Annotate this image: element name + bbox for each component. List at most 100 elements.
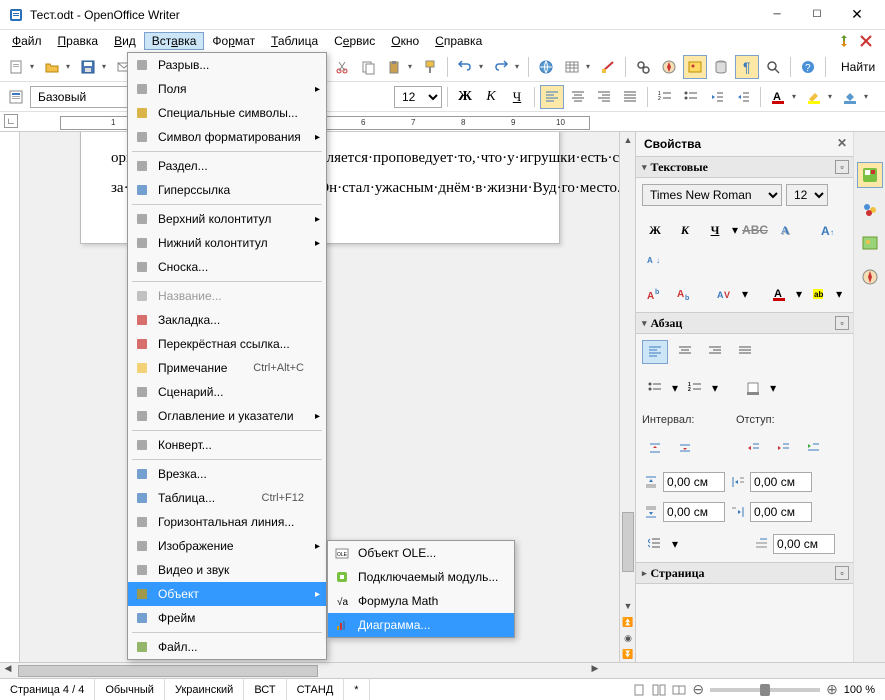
undo-button[interactable] [453,55,477,79]
section-more-icon[interactable]: ▫ [835,316,849,330]
nonprinting-button[interactable]: ¶ [735,55,759,79]
para-bgcolor[interactable] [740,376,766,400]
indent-inc2[interactable] [740,436,766,460]
menu-insert[interactable]: Вставка [144,32,205,50]
menu-item-5[interactable]: Гиперссылка [128,178,326,202]
close-doc-icon[interactable] [857,32,875,50]
submenu-item-0[interactable]: OLEОбъект OLE... [328,541,514,565]
copy-button[interactable] [356,55,380,79]
help-button[interactable]: ? [796,55,820,79]
tab-gallery-icon[interactable] [857,230,883,256]
menu-help[interactable]: Справка [427,32,490,50]
menu-item-4[interactable]: Раздел... [128,154,326,178]
menu-item-18[interactable]: Горизонтальная линия... [128,510,326,534]
spacing-dec[interactable] [672,436,698,460]
submenu-item-1[interactable]: Подключаемый модуль... [328,565,514,589]
sidebar-fontcolor[interactable]: A [766,282,792,306]
menu-item-2[interactable]: Специальные символы... [128,101,326,125]
view-multi-icon[interactable] [652,683,666,697]
menu-item-21[interactable]: Объект▸ [128,582,326,606]
bg-color-button[interactable] [838,85,862,109]
status-modified[interactable]: * [344,679,369,700]
sidebar-bold[interactable]: Ж [642,218,668,242]
menu-format[interactable]: Формат [204,32,263,50]
align-justify-button[interactable] [618,85,642,109]
tab-navigator-icon[interactable] [857,264,883,290]
menu-table[interactable]: Таблица [263,32,326,50]
tab-styles-icon[interactable] [857,196,883,222]
para-align-justify[interactable] [732,340,758,364]
status-lang[interactable]: Украинский [165,679,244,700]
navigator-button[interactable] [657,55,681,79]
indent-left-input[interactable] [750,472,812,492]
font-size-combo[interactable]: 12 [394,86,442,108]
paste-button[interactable] [382,55,406,79]
menu-item-14[interactable]: Оглавление и указатели▸ [128,404,326,428]
menu-item-13[interactable]: Сценарий... [128,380,326,404]
section-more-icon[interactable]: ▫ [835,160,849,174]
sidebar-strike[interactable]: ABC [742,218,768,242]
new-doc-button[interactable] [4,55,28,79]
bullet-list-button[interactable] [679,85,703,109]
sidebar-shadow[interactable]: A [772,218,798,242]
submenu-item-2[interactable]: √aФормула Math [328,589,514,613]
sidebar-dec-font[interactable]: A↓ [642,246,668,270]
indent-dec2[interactable] [770,436,796,460]
indent-right-input[interactable] [750,502,812,522]
menu-item-3[interactable]: Символ форматирования▸ [128,125,326,149]
view-single-icon[interactable] [632,683,646,697]
menu-item-22[interactable]: Фрейм [128,606,326,630]
sidebar-font-combo[interactable]: Times New Roman [642,184,782,206]
para-align-right[interactable] [702,340,728,364]
underline-button[interactable]: Ч [505,85,529,109]
close-panel-icon[interactable]: ✕ [837,136,847,150]
menu-item-19[interactable]: Изображение▸ [128,534,326,558]
align-right-button[interactable] [592,85,616,109]
find-replace-button[interactable] [631,55,655,79]
bold-button[interactable]: Ж [453,85,477,109]
para-numbers[interactable]: 12 [682,376,708,400]
status-style[interactable]: Обычный [95,679,165,700]
open-button[interactable] [40,55,64,79]
indent-first-input[interactable] [773,534,835,554]
submenu-item-3[interactable]: Диаграмма... [328,613,514,637]
menu-item-11[interactable]: Перекрёстная ссылка... [128,332,326,356]
sidebar-highlight[interactable]: ab [806,282,832,306]
sidebar-super[interactable]: Ab [642,282,668,306]
menu-edit[interactable]: Правка [50,32,107,50]
menu-item-12[interactable]: ПримечаниеCtrl+Alt+C [128,356,326,380]
zoom-value[interactable]: 100 % [844,684,875,696]
menu-item-10[interactable]: Закладка... [128,308,326,332]
close-button[interactable]: ✕ [837,1,877,29]
menu-item-17[interactable]: Таблица...Ctrl+F12 [128,486,326,510]
sidebar-fontsize-combo[interactable]: 12 [786,184,828,206]
menu-file[interactable]: Файл [4,32,50,50]
datasources-button[interactable] [709,55,733,79]
find-label[interactable]: Найти [837,60,879,74]
spacing-inc[interactable] [642,436,668,460]
table-button[interactable] [560,55,584,79]
vertical-scrollbar[interactable]: ▲ ▼ ⏫ ◉ ⏬ [619,132,635,662]
indent-inc-button[interactable] [731,85,755,109]
menu-item-8[interactable]: Сноска... [128,255,326,279]
format-paint-button[interactable] [418,55,442,79]
menu-view[interactable]: Вид [106,32,144,50]
para-align-center[interactable] [672,340,698,364]
align-left-button[interactable] [540,85,564,109]
menu-window[interactable]: Окно [383,32,427,50]
menu-tools[interactable]: Сервис [326,32,383,50]
menu-item-6[interactable]: Верхний колонтитул▸ [128,207,326,231]
maximize-button[interactable]: ☐ [797,1,837,29]
space-above-input[interactable] [663,472,725,492]
indent-dec-button[interactable] [705,85,729,109]
gallery-button[interactable] [683,55,707,79]
menu-item-23[interactable]: Файл... [128,635,326,659]
menu-item-15[interactable]: Конверт... [128,433,326,457]
para-section-header[interactable]: ▾Абзац ▫ [636,312,853,334]
sidebar-spacing[interactable]: AV [712,282,738,306]
line-spacing[interactable] [642,532,668,556]
minimize-button[interactable]: ─ [757,1,797,29]
status-page[interactable]: Страница 4 / 4 [0,679,95,700]
menu-item-9[interactable]: Название... [128,284,326,308]
horizontal-scrollbar[interactable]: ◀ ▶ [0,663,603,678]
